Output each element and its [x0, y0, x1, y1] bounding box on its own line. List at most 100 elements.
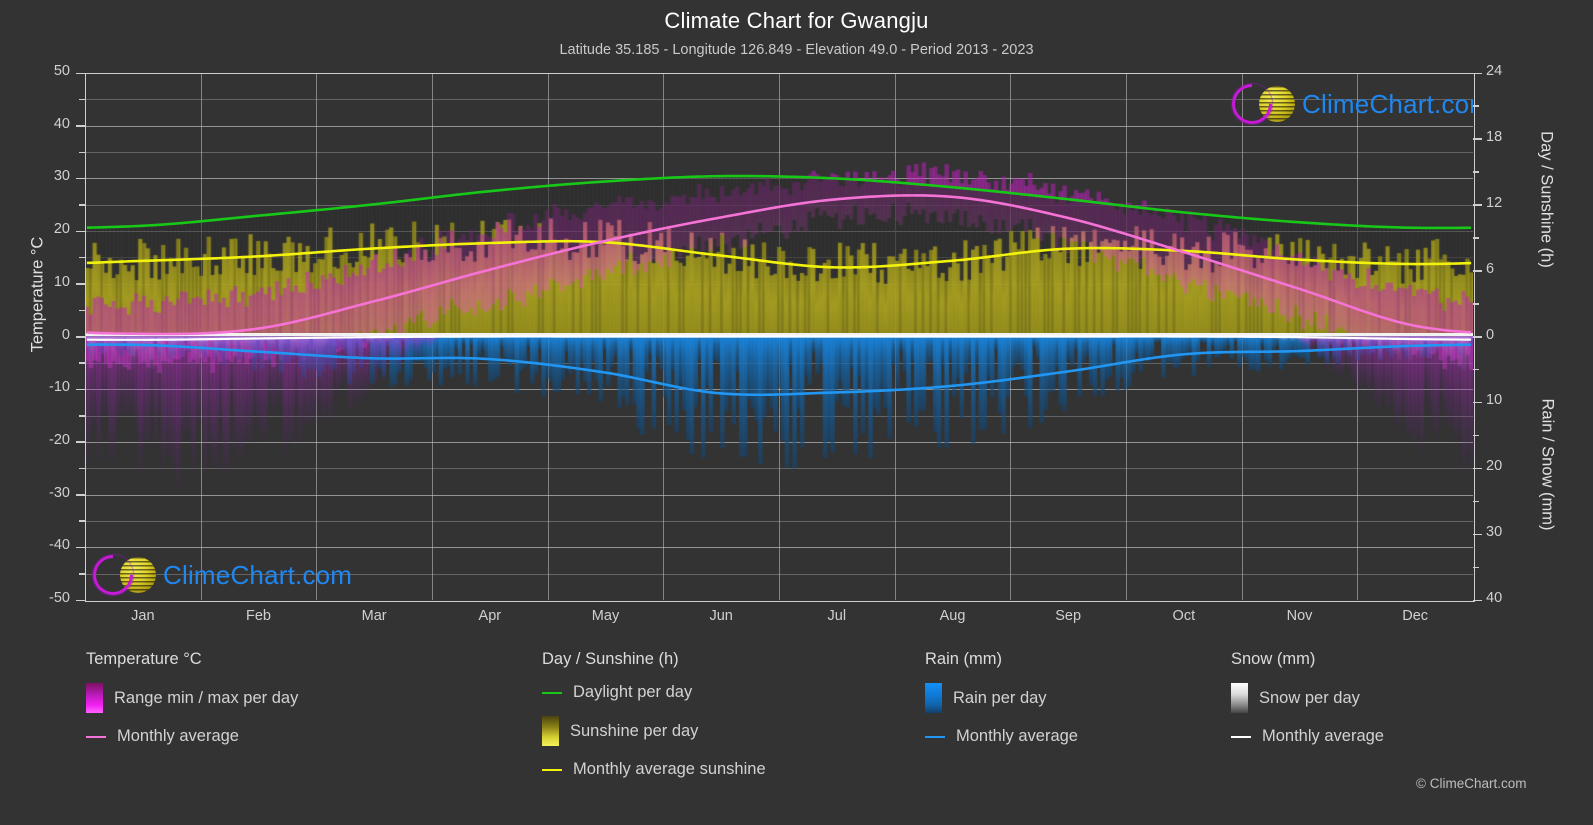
logo-text: ClimeChart.com	[163, 559, 353, 590]
y-tick-mark-right-minor	[1473, 566, 1479, 569]
y-tick-label-right-mm: 30	[1486, 524, 1503, 541]
swatch-sunshine-average-line	[542, 768, 562, 771]
y-tick-label-left: -50	[49, 590, 70, 606]
legend-heading: Temperature °C	[86, 650, 202, 668]
y-axis-title-left: Temperature °C	[28, 236, 47, 353]
legend-item-sunshine[interactable]: Sunshine per day	[542, 716, 766, 746]
y-tick-mark-right	[1473, 72, 1482, 74]
legend-item-label: Range min / max per day	[114, 688, 299, 707]
y-tick-mark-left-minor	[79, 573, 85, 575]
y-tick-mark-left	[76, 230, 85, 233]
y-tick-mark-left-minor	[79, 204, 85, 206]
x-tick-label: Mar	[361, 608, 387, 624]
y-tick-mark-right	[1473, 467, 1482, 470]
climate-chart-page: Climate Chart for Gwangju Latitude 35.18…	[0, 0, 1593, 825]
y-tick-mark-right	[1473, 204, 1482, 206]
x-tick-label: May	[591, 608, 620, 624]
y-tick-mark-left	[76, 599, 85, 601]
legend-item-label: Monthly average	[117, 727, 239, 745]
legend-heading: Rain (mm)	[925, 650, 1002, 668]
y-tick-label-left: 30	[53, 168, 70, 185]
y-tick-mark-left-minor	[79, 309, 85, 312]
y-tick-label-right-hours: 6	[1486, 260, 1495, 277]
legend-item-snow[interactable]: Snow per day	[1231, 683, 1384, 713]
logo-text: ClimeChart.com	[1302, 88, 1473, 119]
y-tick-mark-right-minor	[1473, 171, 1479, 173]
y-tick-mark-left	[76, 336, 85, 338]
y-tick-mark-right-minor	[1473, 237, 1479, 239]
y-tick-mark-left-minor	[79, 520, 85, 522]
y-tick-label-right-hours: 24	[1486, 63, 1503, 79]
swatch-wrap	[86, 735, 106, 738]
plot-area: ClimeChart.com ClimeChart.com	[85, 73, 1473, 600]
watermark-logo-bottom: ClimeChart.com	[85, 546, 353, 600]
y-axis-title-right-top: Day / Sunshine (h)	[1537, 131, 1556, 268]
legend-item-label: Snow per day	[1259, 688, 1360, 707]
y-tick-mark-right-minor	[1473, 105, 1479, 107]
x-tick-label: Dec	[1402, 608, 1429, 624]
x-tick-label: Apr	[478, 608, 502, 624]
rain-average-curve	[86, 343, 1472, 397]
legend-item-label: Daylight per day	[573, 683, 693, 701]
y-tick-mark-left-minor	[79, 362, 85, 364]
swatch-snow-average-line	[1231, 735, 1251, 738]
swatch-wrap	[1231, 735, 1251, 738]
y-tick-mark-left-minor	[79, 467, 85, 470]
x-tick-label: Aug	[939, 608, 966, 624]
page-title: Climate Chart for Gwangju	[664, 8, 929, 33]
curves-layer	[86, 174, 1472, 397]
x-tick-label: Oct	[1172, 608, 1196, 624]
y-tick-mark-right	[1473, 270, 1482, 272]
daylight-curve	[86, 174, 1472, 230]
legend-item-temp-average[interactable]: Monthly average	[86, 727, 298, 746]
y-tick-label-left: 40	[53, 115, 70, 132]
y-tick-label-left: -30	[49, 484, 70, 501]
legend-item-label: Rain per day	[953, 688, 1047, 707]
y-tick-mark-left	[76, 72, 85, 74]
y-tick-mark-left	[76, 388, 85, 391]
y-tick-label-right-hours: 12	[1486, 194, 1503, 211]
swatch-sunshine	[542, 716, 559, 746]
x-tick-label: Jun	[709, 608, 733, 624]
legend-item-label: Monthly average	[956, 727, 1078, 745]
legend-item-sunshine-average[interactable]: Monthly average sunshine	[542, 760, 766, 779]
y-tick-mark-right	[1473, 138, 1482, 140]
swatch-wrap	[542, 691, 562, 694]
legend-item-temp-range[interactable]: Range min / max per day	[86, 683, 298, 713]
legend-item-daylight[interactable]: Daylight per day	[542, 683, 766, 702]
swatch-temp-range	[86, 683, 103, 713]
y-tick-mark-left	[76, 283, 85, 285]
y-tick-label-left: -40	[49, 537, 70, 554]
legend-group-rain: Rain (mm) Rain per day Monthly average	[925, 650, 1078, 760]
y-tick-label-left: 50	[53, 63, 70, 79]
y-tick-mark-left-minor	[79, 415, 85, 417]
y-tick-mark-right-minor	[1473, 434, 1479, 437]
x-tick-label: Sep	[1055, 608, 1082, 624]
x-tick-label: Nov	[1286, 608, 1313, 624]
y-tick-mark-right	[1473, 401, 1482, 404]
sunshine-curve	[86, 239, 1472, 269]
legend-item-snow-average[interactable]: Monthly average	[1231, 727, 1384, 746]
y-tick-mark-left	[76, 441, 85, 443]
y-tick-mark-left	[76, 546, 85, 549]
y-axis-title-right-bottom: Rain / Snow (mm)	[1538, 398, 1557, 531]
y-tick-label-right-hours: 0	[1486, 326, 1495, 343]
watermark-logo-top: ClimeChart.com	[1223, 75, 1473, 133]
legend-item-rain-average[interactable]: Monthly average	[925, 727, 1078, 746]
legend-item-rain[interactable]: Rain per day	[925, 683, 1078, 713]
y-tick-mark-left-minor	[79, 256, 85, 259]
y-tick-mark-left	[76, 177, 85, 180]
swatch-rain	[925, 683, 942, 713]
y-tick-mark-right	[1473, 533, 1482, 536]
x-tick-label: Feb	[246, 608, 271, 624]
legend-item-label: Monthly average sunshine	[573, 760, 766, 778]
legend-group-snow: Snow (mm) Snow per day Monthly average	[1231, 650, 1384, 760]
page-subtitle: Latitude 35.185 - Longitude 126.849 - El…	[559, 42, 1034, 58]
legend-group-day-sunshine: Day / Sunshine (h) Daylight per day Suns…	[542, 650, 766, 793]
legend: Temperature °C Range min / max per day M…	[0, 650, 1593, 825]
y-tick-label-right-mm: 20	[1486, 458, 1503, 475]
snow-average-curve	[86, 335, 1472, 341]
y-tick-mark-right-minor	[1473, 368, 1479, 371]
legend-item-label: Sunshine per day	[570, 721, 699, 740]
legend-group-temperature: Temperature °C Range min / max per day M…	[86, 650, 298, 760]
